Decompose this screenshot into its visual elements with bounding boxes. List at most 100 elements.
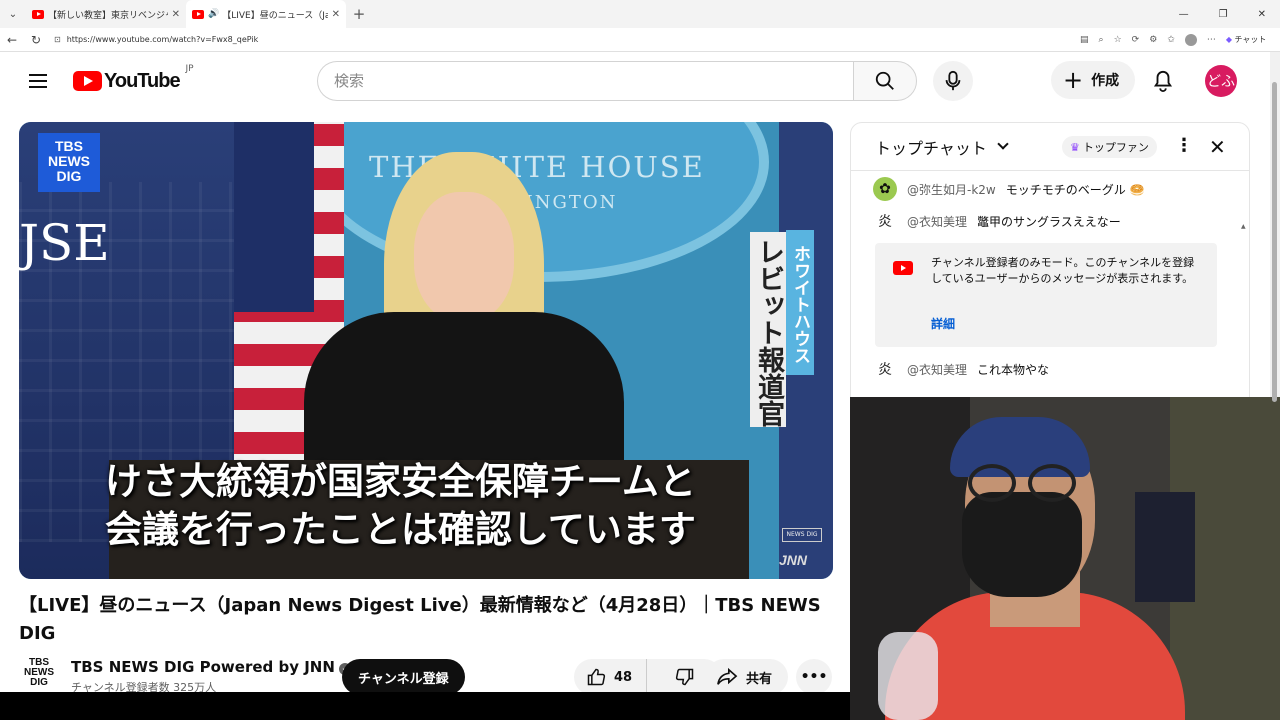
chat-mode-selector[interactable]: トップチャット bbox=[875, 135, 1009, 159]
profile-avatar-icon[interactable] bbox=[1184, 33, 1197, 46]
chat-author[interactable]: @衣知美理 bbox=[907, 361, 967, 378]
chevron-down-icon bbox=[997, 138, 1009, 150]
streamer-glasses-right bbox=[1028, 464, 1076, 502]
address-bar: ← ↻ ⊡ https://www.youtube.com/watch?v=Fw… bbox=[0, 28, 1280, 52]
channel-avatar[interactable]: TBS NEWS DIG bbox=[19, 658, 59, 692]
channel-name[interactable]: TBS NEWS DIG Powered by JNN✓ bbox=[71, 658, 351, 676]
site-info-icon[interactable]: ⊡ bbox=[54, 35, 61, 44]
chat-close-icon[interactable]: ✕ bbox=[1209, 135, 1226, 159]
like-dislike-group: 48 bbox=[574, 659, 722, 695]
url-field[interactable]: ⊡ https://www.youtube.com/watch?v=Fwx8_q… bbox=[48, 31, 1048, 49]
back-arrow-icon[interactable]: ← bbox=[0, 33, 24, 47]
subscribe-button[interactable]: チャンネル登録 bbox=[342, 659, 465, 695]
browser-tab-1[interactable]: 【新しい教室】東京リベンジャーズ【映 ✕ bbox=[26, 0, 186, 28]
chat-avatar[interactable]: 炎 bbox=[873, 209, 897, 233]
copilot-button[interactable]: ◆ チャット bbox=[1226, 34, 1267, 45]
voice-search-button[interactable] bbox=[933, 61, 973, 101]
tab-close-icon[interactable]: ✕ bbox=[332, 9, 340, 20]
network-mark: JNN bbox=[779, 552, 808, 568]
favorite-star-icon[interactable]: ☆ bbox=[1114, 35, 1122, 45]
chat-message: 炎 @衣知美理 これ本物やな bbox=[873, 357, 1049, 381]
share-arrow-icon bbox=[717, 667, 738, 685]
top-fan-chip[interactable]: ♛ トップファン bbox=[1062, 136, 1157, 158]
youtube-favicon-icon bbox=[192, 9, 204, 19]
speaker-icon[interactable]: 🔊 bbox=[208, 9, 219, 19]
browser-menu-icon[interactable]: ⋯ bbox=[1207, 35, 1216, 45]
scrollbar-thumb[interactable] bbox=[1272, 82, 1277, 402]
chat-mode-label: トップチャット bbox=[875, 138, 987, 158]
copilot-label: チャット bbox=[1234, 35, 1267, 44]
new-tab-button[interactable]: + bbox=[346, 5, 372, 23]
channel-name-text: TBS NEWS DIG Powered by JNN bbox=[71, 658, 335, 676]
page-scrollbar[interactable] bbox=[1270, 52, 1280, 402]
chat-message: ✿ @弥生如月-k2w モッチモチのベーグル 🥯 bbox=[873, 177, 1145, 201]
microphone-icon bbox=[945, 70, 961, 91]
tab-title: 【LIVE】昼のニュース（Japan News bbox=[222, 10, 327, 21]
plus-icon: + bbox=[1063, 66, 1084, 94]
channel-watermark: TBS NEWS DIG bbox=[38, 133, 100, 192]
ellipsis-icon: ••• bbox=[800, 669, 828, 685]
guide-menu-button[interactable] bbox=[18, 61, 58, 101]
window-close-icon[interactable]: ✕ bbox=[1258, 9, 1266, 20]
chat-text: これ本物やな bbox=[977, 362, 1050, 377]
notice-details-link[interactable]: 詳細 bbox=[931, 315, 955, 332]
chat-message: 炎 @衣知美理 鼈甲のサングラスええなー bbox=[873, 209, 1121, 233]
chat-avatar[interactable]: ✿ bbox=[873, 177, 897, 201]
copilot-icon: ◆ bbox=[1225, 35, 1232, 44]
chat-menu-icon[interactable]: ⋮ bbox=[1175, 137, 1193, 155]
restore-icon[interactable]: ❐ bbox=[1219, 9, 1228, 20]
more-actions-button[interactable]: ••• bbox=[796, 659, 832, 695]
browser-tab-2[interactable]: 🔊 【LIVE】昼のニュース（Japan News ✕ bbox=[186, 0, 346, 28]
zoom-icon[interactable]: ⌕ bbox=[1099, 35, 1104, 45]
video-player[interactable]: THE WHITE HOUSE WASHINGTON JSE TBS NEWS … bbox=[19, 122, 833, 579]
browser-toolbar-icons: ▤ ⌕ ☆ ⟳ ⚙ ✩ ⋯ ◆ チャット bbox=[1080, 33, 1267, 46]
youtube-favicon-icon bbox=[32, 9, 44, 19]
youtube-logo[interactable]: YouTube JP bbox=[73, 64, 194, 93]
chat-text: モッチモチのベーグル 🥯 bbox=[1005, 182, 1145, 197]
country-code: JP bbox=[185, 63, 194, 74]
share-label: 共有 bbox=[746, 671, 773, 687]
hanging-tshirt bbox=[1135, 492, 1195, 602]
search-box bbox=[317, 61, 917, 101]
reader-icon[interactable]: ▤ bbox=[1080, 35, 1089, 45]
tab-title: 【新しい教室】東京リベンジャーズ【映 bbox=[48, 10, 168, 21]
mini-network-logo: NEWS DIG bbox=[782, 528, 822, 542]
chat-author[interactable]: @衣知美理 bbox=[907, 213, 967, 230]
create-button[interactable]: + 作成 bbox=[1051, 61, 1136, 99]
reload-icon[interactable]: ↻ bbox=[24, 33, 48, 47]
refresh-ext-icon[interactable]: ⟳ bbox=[1132, 35, 1140, 45]
notifications-button[interactable] bbox=[1143, 61, 1183, 101]
window-controls: — ❐ ✕ bbox=[1179, 9, 1280, 20]
url-text: https://www.youtube.com/watch?v=Fwx8_qeP… bbox=[66, 35, 259, 44]
tab-list-chevron-icon[interactable]: ⌄ bbox=[0, 0, 26, 28]
minimize-icon[interactable]: — bbox=[1179, 9, 1189, 20]
chat-avatar[interactable]: 炎 bbox=[873, 357, 897, 381]
youtube-icon bbox=[893, 261, 913, 275]
water-bottle bbox=[878, 632, 938, 720]
streamer-glasses-left bbox=[968, 464, 1016, 502]
burned-in-subtitle: けさ大統領が国家安全保障チームと 会議を行ったことは確認しています bbox=[105, 458, 755, 554]
search-input[interactable] bbox=[317, 61, 853, 101]
favorites-icon[interactable]: ✩ bbox=[1167, 35, 1175, 45]
chat-header: トップチャット ♛ トップファン ⋮ ✕ bbox=[851, 123, 1249, 171]
caption-name: レビット報道官 bbox=[750, 232, 786, 427]
thumbs-down-icon bbox=[675, 668, 693, 686]
notice-text: チャンネル登録者のみモード。このチャンネルを登録しているユーザーからのメッセージ… bbox=[931, 256, 1195, 285]
chat-scroll-up-icon[interactable]: ▲ bbox=[1241, 223, 1247, 233]
search-button[interactable] bbox=[853, 61, 917, 101]
extensions-icon[interactable]: ⚙ bbox=[1149, 35, 1157, 45]
video-title: 【LIVE】昼のニュース（Japan News Digest Live）最新情報… bbox=[19, 595, 821, 644]
user-avatar[interactable]: どふ bbox=[1205, 65, 1237, 97]
tab-close-icon[interactable]: ✕ bbox=[172, 9, 180, 20]
bell-icon bbox=[1153, 70, 1173, 92]
video-owner-row: TBS NEWS DIG TBS NEWS DIG Powered by JNN… bbox=[19, 656, 834, 696]
subtitle-line-2: 会議を行ったことは確認しています bbox=[105, 508, 696, 551]
like-count: 48 bbox=[614, 669, 633, 685]
chat-author[interactable]: @弥生如月-k2w bbox=[907, 181, 996, 198]
browser-tab-strip: ⌄ 【新しい教室】東京リベンジャーズ【映 ✕ 🔊 【LIVE】昼のニュース（Ja… bbox=[0, 0, 1280, 28]
share-button[interactable]: 共有 bbox=[706, 659, 789, 695]
youtube-play-icon bbox=[73, 71, 102, 91]
like-button[interactable]: 48 bbox=[574, 659, 648, 695]
flag-canton bbox=[234, 122, 314, 312]
youtube-masthead: YouTube JP + 作成 どふ bbox=[0, 52, 1270, 110]
